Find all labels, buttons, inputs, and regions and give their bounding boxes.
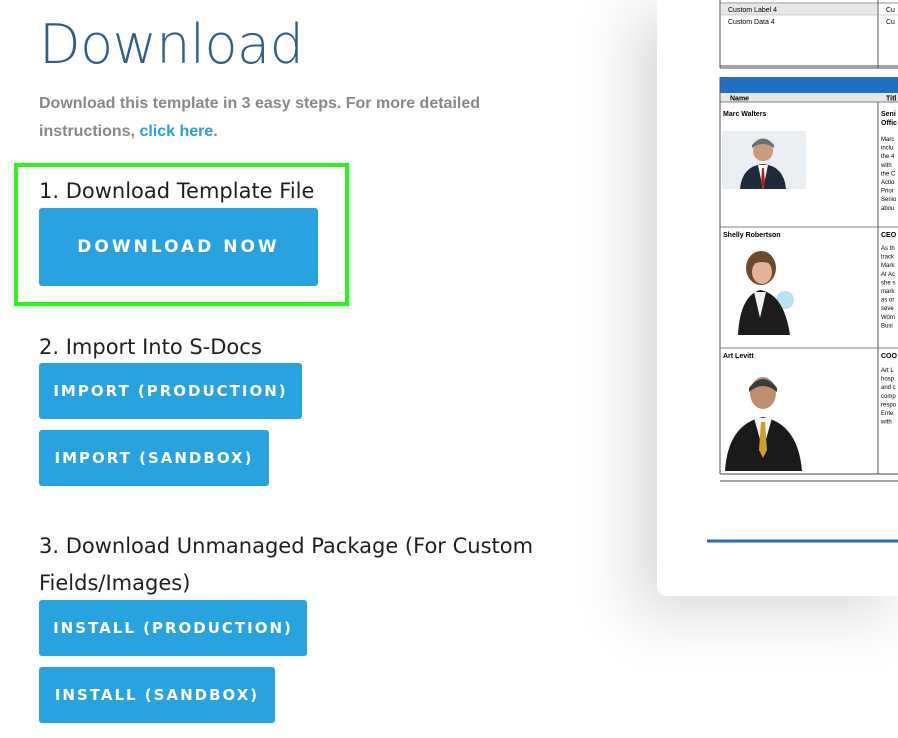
person-name-shelly: Shelly Robertson	[723, 232, 781, 239]
svg-text:Mark: Mark	[881, 263, 895, 269]
column-header-name: Name	[730, 96, 749, 103]
svg-text:hosp: hosp	[881, 377, 895, 383]
person-name-art: Art Levitt	[723, 353, 754, 360]
svg-text:and c: and c	[881, 385, 896, 391]
svg-text:with: with	[880, 420, 892, 426]
custom-data-4-right: Cu	[886, 19, 895, 26]
step1-label: 1. Download Template File	[39, 179, 315, 203]
svg-text:respo: respo	[881, 402, 897, 408]
install-production-button[interactable]: INSTALL (PRODUCTION)	[39, 600, 307, 656]
svg-text:Prior: Prior	[881, 189, 894, 195]
svg-text:as or: as or	[881, 298, 894, 304]
photo-marc-walters	[722, 131, 806, 189]
intro-text-end: .	[213, 123, 218, 140]
download-now-button[interactable]: DOWNLOAD NOW	[39, 208, 318, 286]
person-title-art: COO	[881, 353, 898, 360]
intro-text: Download this template in 3 easy steps. …	[39, 90, 539, 146]
svg-text:Marc: Marc	[881, 137, 894, 143]
step3-label-line1: 3. Download Unmanaged Package (For Custo…	[39, 534, 534, 558]
intro-text-body: Download this template in 3 easy steps. …	[39, 95, 480, 140]
svg-text:track: track	[881, 255, 895, 261]
import-sandbox-button[interactable]: IMPORT (SANDBOX)	[39, 430, 269, 486]
photo-art-levitt	[722, 363, 806, 471]
svg-text:comp: comp	[881, 394, 896, 400]
svg-text:Busi: Busi	[881, 323, 893, 329]
svg-text:At Ac: At Ac	[881, 272, 895, 278]
svg-text:abou: abou	[881, 206, 894, 212]
page-title: Download	[39, 13, 304, 76]
person-name-marc: Marc Walters	[723, 111, 766, 118]
svg-text:Ente: Ente	[881, 411, 894, 417]
svg-text:inclu: inclu	[881, 146, 893, 152]
table-header-bar	[720, 77, 898, 93]
step3-label-line2: Fields/Images)	[39, 571, 191, 595]
install-sandbox-button[interactable]: INSTALL (SANDBOX)	[39, 667, 275, 723]
svg-text:As th: As th	[881, 246, 895, 252]
svg-text:the 4: the 4	[881, 154, 895, 160]
custom-label-4-right: Cu	[886, 7, 895, 14]
svg-text:Art L: Art L	[881, 368, 894, 374]
custom-data-4: Custom Data 4	[728, 19, 775, 26]
column-header-title: Titl	[886, 96, 896, 103]
step2-label: 2. Import Into S-Docs	[39, 335, 262, 359]
svg-text:seve: seve	[881, 306, 894, 312]
svg-text:the C: the C	[881, 171, 896, 177]
custom-label-4: Custom Label 4	[728, 7, 777, 14]
click-here-link[interactable]: click here	[139, 123, 213, 140]
svg-text:she s: she s	[881, 280, 895, 286]
svg-text:mark: mark	[881, 289, 895, 295]
person-title-marc-1: Seni	[881, 111, 896, 118]
svg-text:Senio: Senio	[881, 197, 897, 203]
person-title-shelly: CEO	[881, 232, 897, 239]
svg-text:with: with	[880, 163, 892, 169]
person-title-marc-2: Offic	[881, 120, 897, 127]
svg-text:Actio: Actio	[881, 180, 895, 186]
svg-text:Wom: Wom	[881, 315, 895, 321]
import-production-button[interactable]: IMPORT (PRODUCTION)	[39, 363, 302, 419]
photo-shelly-robertson	[733, 245, 797, 335]
